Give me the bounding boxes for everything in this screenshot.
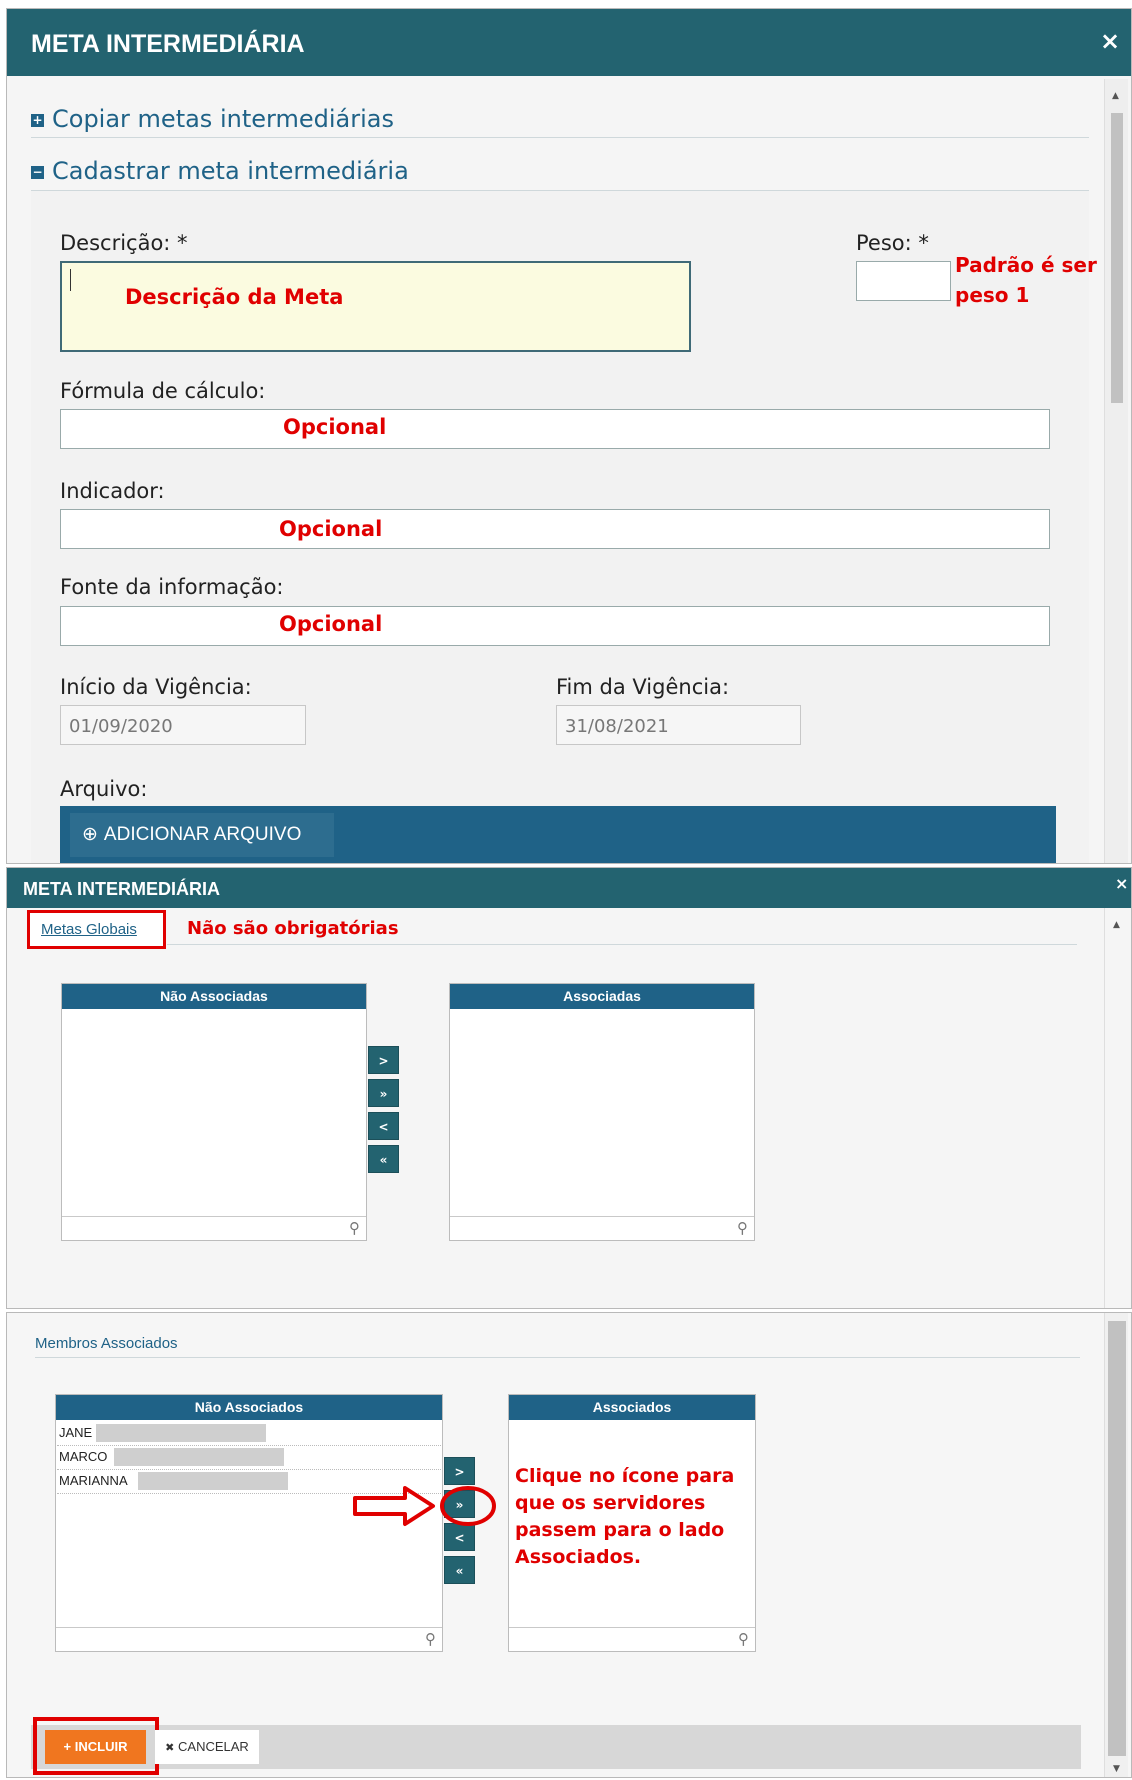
list-header: Associadas <box>450 984 754 1009</box>
cancel-button[interactable]: ✖ CANCELAR <box>155 1730 259 1764</box>
text-cursor <box>70 269 71 291</box>
source-input[interactable] <box>60 606 1050 646</box>
weight-annotation-line2: peso 1 <box>955 283 1030 307</box>
source-label: Fonte da informação: <box>60 575 284 599</box>
panel-register-goal: META INTERMEDIÁRIA × ▲ + Copiar metas int… <box>6 8 1132 864</box>
indicator-annotation: Opcional <box>279 517 383 541</box>
list-header: Não Associadas <box>62 984 366 1009</box>
move-all-left-button[interactable]: « <box>368 1145 399 1173</box>
scroll-up-icon[interactable]: ▲ <box>1112 91 1119 101</box>
divider <box>31 137 1089 138</box>
plus-icon: + <box>63 1739 72 1754</box>
scrollbar[interactable]: ▲ <box>1104 908 1128 1308</box>
add-circle-icon: ⊕ <box>82 824 98 845</box>
section-copy-goals[interactable]: + Copiar metas intermediárias <box>31 105 394 133</box>
member-item[interactable]: MARCO <box>59 1449 107 1464</box>
search-icon[interactable]: ⚲ <box>349 1219 360 1237</box>
row-divider <box>57 1445 441 1446</box>
scrollbar[interactable]: ▲ <box>1104 79 1128 863</box>
arrow-right-icon <box>353 1486 435 1526</box>
indicator-label: Indicador: <box>60 479 165 503</box>
list-search-input[interactable]: ⚲ <box>56 1627 442 1651</box>
weight-input[interactable] <box>856 261 951 301</box>
section-register-goal[interactable]: − Cadastrar meta intermediária <box>31 157 409 185</box>
end-date-label: Fim da Vigência: <box>556 675 730 699</box>
list-header: Associados <box>509 1395 755 1420</box>
redacted-name <box>96 1424 266 1442</box>
close-icon[interactable]: × <box>1115 874 1128 893</box>
scroll-down-icon[interactable]: ▼ <box>1113 1764 1120 1774</box>
dialog-title: META INTERMEDIÁRIA <box>23 879 220 899</box>
move-all-right-button[interactable]: » <box>368 1079 399 1107</box>
move-all-left-button[interactable]: « <box>444 1556 475 1584</box>
cancel-label: CANCELAR <box>178 1739 249 1754</box>
row-divider <box>57 1469 441 1470</box>
end-date-input[interactable]: 31/08/2021 <box>556 705 801 745</box>
formula-label: Fórmula de cálculo: <box>60 379 266 403</box>
scroll-thumb[interactable] <box>1111 113 1123 403</box>
add-file-button[interactable]: ⊕ ADICIONAR ARQUIVO <box>70 813 334 857</box>
source-annotation: Opcional <box>279 612 383 636</box>
collapse-icon[interactable]: − <box>31 165 44 179</box>
include-button[interactable]: + INCLUIR <box>45 1730 146 1764</box>
formula-input[interactable] <box>60 409 1050 449</box>
search-icon[interactable]: ⚲ <box>425 1630 436 1648</box>
highlight-annotation <box>353 1486 496 1526</box>
scroll-thumb[interactable] <box>1108 1321 1126 1756</box>
divider <box>167 944 1077 945</box>
weight-annotation-line1: Padrão é ser <box>955 253 1097 277</box>
optional-annotation: Não são obrigatórias <box>187 918 399 939</box>
expand-icon[interactable]: + <box>31 113 44 127</box>
redacted-name <box>138 1472 288 1490</box>
list-search-input[interactable]: ⚲ <box>450 1216 754 1240</box>
instruction-line: passem para o lado <box>515 1519 725 1541</box>
close-icon: ✖ <box>165 1742 175 1754</box>
start-date-label: Início da Vigência: <box>60 675 252 699</box>
tab-global-goals-label[interactable]: Metas Globais <box>41 921 137 938</box>
member-item[interactable]: JANE <box>59 1425 92 1440</box>
section-register-label[interactable]: Cadastrar meta intermediária <box>52 157 409 185</box>
dialog-title: META INTERMEDIÁRIA <box>31 30 305 58</box>
highlight-circle <box>440 1486 496 1526</box>
dialog-header: META INTERMEDIÁRIA <box>7 9 1131 76</box>
section-associated-members[interactable]: Membros Associados <box>35 1335 178 1352</box>
panel-global-goals: META INTERMEDIÁRIA × ▲ Metas Globais Não… <box>6 867 1132 1309</box>
list-search-input[interactable]: ⚲ <box>62 1216 366 1240</box>
instruction-line: Associados. <box>515 1546 642 1568</box>
move-selected-right-button[interactable]: > <box>368 1046 399 1074</box>
scrollbar[interactable]: ▼ <box>1104 1313 1128 1777</box>
description-annotation: Descrição da Meta <box>125 285 344 309</box>
add-file-label: ADICIONAR ARQUIVO <box>103 824 302 845</box>
list-search-input[interactable]: ⚲ <box>509 1627 755 1651</box>
associated-goals-list[interactable]: Associadas ⚲ <box>449 983 755 1241</box>
move-selected-left-button[interactable]: < <box>368 1112 399 1140</box>
tab-global-goals[interactable]: Metas Globais <box>27 910 166 949</box>
start-date-input[interactable]: 01/09/2020 <box>60 705 306 745</box>
search-icon[interactable]: ⚲ <box>737 1219 748 1237</box>
section-copy-label[interactable]: Copiar metas intermediárias <box>52 105 394 133</box>
include-label: INCLUIR <box>74 1739 128 1754</box>
indicator-input[interactable] <box>60 509 1050 549</box>
instruction-line: Clique no ícone para <box>515 1465 735 1487</box>
redacted-name <box>114 1448 284 1466</box>
panel-associated-members: ▼ Membros Associados Não Associados JANE… <box>6 1312 1132 1778</box>
file-label: Arquivo: <box>60 777 148 801</box>
scroll-up-icon[interactable]: ▲ <box>1113 920 1120 930</box>
description-label: Descrição: * <box>60 231 188 255</box>
list-header: Não Associados <box>56 1395 442 1420</box>
formula-annotation: Opcional <box>283 415 387 439</box>
unassociated-goals-list[interactable]: Não Associadas ⚲ <box>61 983 367 1241</box>
dialog-header: META INTERMEDIÁRIA <box>7 868 1131 908</box>
instruction-annotation: Clique no ícone para que os servidores p… <box>515 1463 734 1571</box>
close-icon[interactable]: × <box>1100 27 1120 55</box>
search-icon[interactable]: ⚲ <box>738 1630 749 1648</box>
instruction-line: que os servidores <box>515 1492 706 1514</box>
divider <box>35 1357 1080 1358</box>
member-item[interactable]: MARIANNA <box>59 1473 128 1488</box>
weight-label: Peso: * <box>856 231 929 255</box>
